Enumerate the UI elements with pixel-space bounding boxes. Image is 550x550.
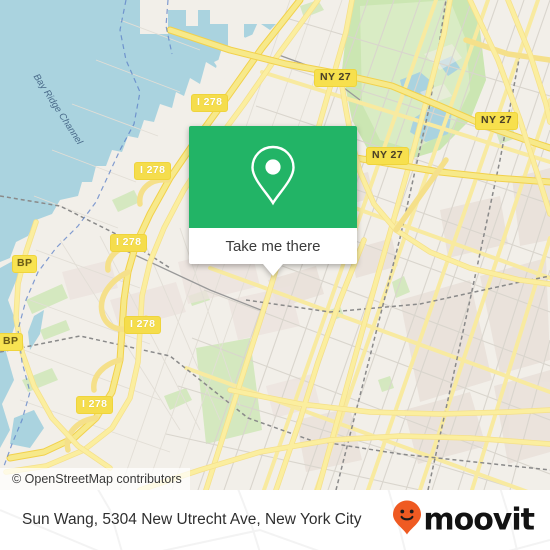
footer-bar: Sun Wang, 5304 New Utrecht Ave, New York… — [0, 490, 550, 550]
route-shield-bp[interactable]: BP — [12, 255, 38, 273]
route-shield-ny27[interactable]: NY 27 — [366, 147, 409, 165]
route-shield-bp[interactable]: BP — [0, 333, 24, 351]
popup-pointer — [263, 264, 283, 276]
route-shield-i278[interactable]: I 278 — [134, 162, 172, 180]
route-shield-i278[interactable]: I 278 — [191, 94, 229, 112]
take-me-there-button[interactable]: Take me there — [189, 228, 357, 264]
route-shield-i278[interactable]: I 278 — [76, 396, 114, 414]
route-shield-ny27[interactable]: NY 27 — [314, 69, 357, 87]
map-attribution[interactable]: © OpenStreetMap contributors — [0, 468, 190, 490]
moovit-wordmark: moovit — [423, 502, 535, 537]
moovit-smiley-pin-icon — [392, 500, 422, 541]
location-caption: Sun Wang, 5304 New Utrecht Ave, New York… — [22, 511, 362, 528]
map-pin-icon — [246, 143, 300, 212]
route-shield-ny27[interactable]: NY 27 — [475, 112, 518, 130]
map-canvas[interactable]: Bay Ridge Channel I 278 I 278 I 278 I 27… — [0, 0, 550, 490]
route-shield-i278[interactable]: I 278 — [124, 316, 162, 334]
moovit-location-card: Bay Ridge Channel I 278 I 278 I 278 I 27… — [0, 0, 550, 550]
route-shield-i278[interactable]: I 278 — [110, 234, 148, 252]
location-popup-card[interactable]: Take me there — [189, 126, 357, 276]
popup-image-area — [189, 126, 357, 228]
moovit-logo[interactable]: moovit — [392, 500, 535, 541]
